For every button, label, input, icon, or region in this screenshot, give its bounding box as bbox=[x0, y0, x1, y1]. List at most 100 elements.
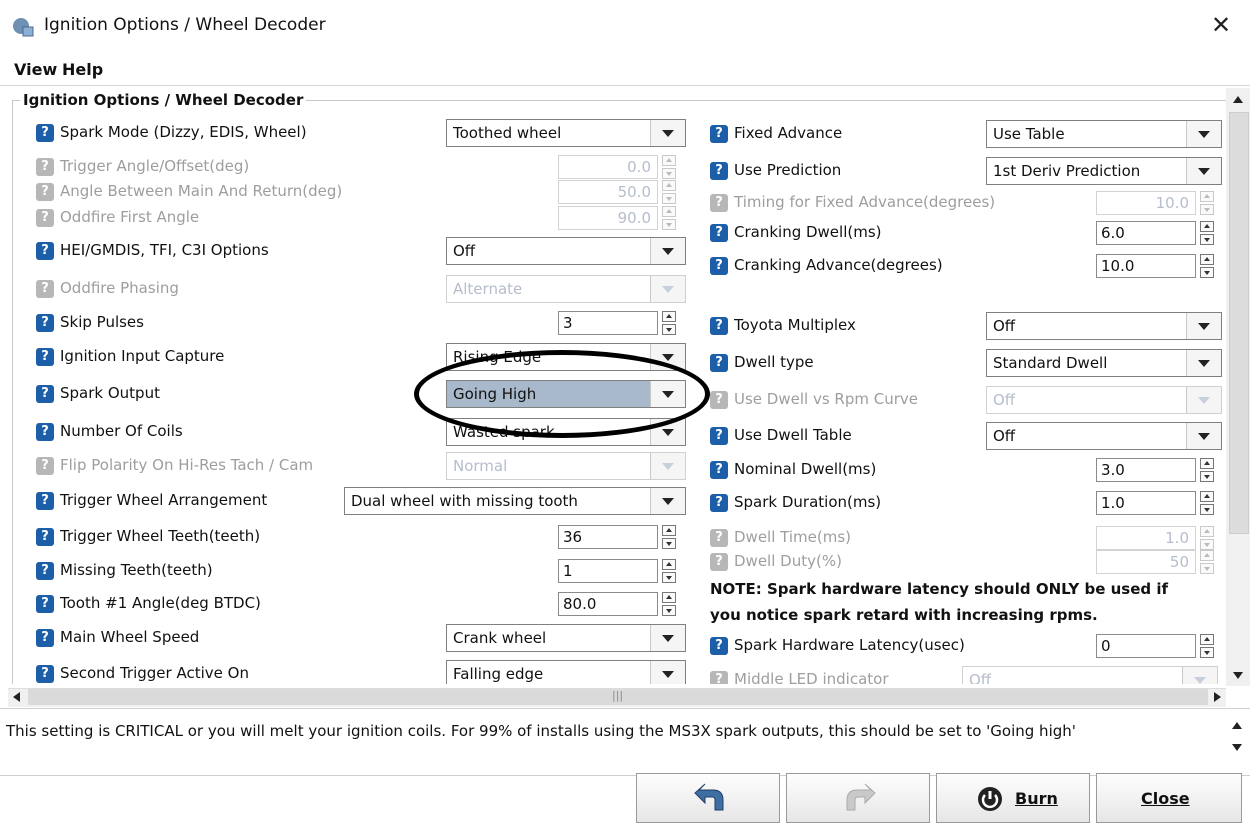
help-scroll-up-icon[interactable] bbox=[1230, 718, 1244, 732]
input-cranking-dwell-ms[interactable]: 6.0 bbox=[1096, 221, 1196, 245]
input-tooth-1-angle-deg-btdc[interactable]: 80.0 bbox=[558, 592, 658, 616]
combo-second-trigger-active-on[interactable]: Falling edge bbox=[446, 660, 686, 684]
combo-trigger-wheel-arrangement[interactable]: Dual wheel with missing tooth bbox=[344, 487, 686, 515]
help-icon[interactable]: ? bbox=[710, 427, 728, 445]
help-icon[interactable]: ? bbox=[36, 124, 54, 142]
input-nominal-dwell-ms[interactable]: 3.0 bbox=[1096, 458, 1196, 482]
stepper-trigger-wheel-teeth-teeth[interactable] bbox=[662, 525, 676, 549]
stepper-spark-hardware-latency-usec[interactable] bbox=[1200, 634, 1214, 658]
help-icon[interactable]: ? bbox=[710, 125, 728, 143]
chevron-down-icon[interactable] bbox=[650, 661, 685, 684]
help-icon[interactable]: ? bbox=[710, 637, 728, 655]
stepper-timing-for-fixed-advance-degrees bbox=[1200, 191, 1214, 215]
vertical-scroll-thumb[interactable] bbox=[1229, 112, 1249, 534]
stepper-up-icon[interactable] bbox=[662, 592, 676, 603]
input-skip-pulses[interactable]: 3 bbox=[558, 311, 658, 335]
help-icon[interactable]: ? bbox=[710, 224, 728, 242]
stepper-down-icon[interactable] bbox=[662, 538, 676, 549]
help-icon[interactable]: ? bbox=[36, 314, 54, 332]
chevron-down-icon[interactable] bbox=[1186, 423, 1221, 449]
redo-button[interactable] bbox=[786, 773, 930, 823]
input-cranking-advance-degrees[interactable]: 10.0 bbox=[1096, 254, 1196, 278]
help-icon[interactable]: ? bbox=[36, 562, 54, 580]
help-icon[interactable]: ? bbox=[36, 492, 54, 510]
input-spark-duration-ms[interactable]: 1.0 bbox=[1096, 491, 1196, 515]
stepper-up-icon[interactable] bbox=[1200, 221, 1214, 232]
stepper-down-icon[interactable] bbox=[662, 324, 676, 335]
help-icon[interactable]: ? bbox=[710, 162, 728, 180]
help-icon[interactable]: ? bbox=[36, 242, 54, 260]
combo-dwell-type[interactable]: Standard Dwell bbox=[986, 349, 1222, 377]
stepper-up-icon[interactable] bbox=[1200, 491, 1214, 502]
stepper-down-icon[interactable] bbox=[1200, 647, 1214, 658]
stepper-spark-duration-ms[interactable] bbox=[1200, 491, 1214, 515]
scroll-down-icon[interactable] bbox=[1231, 668, 1245, 682]
stepper-up-icon[interactable] bbox=[662, 525, 676, 536]
chevron-down-icon[interactable] bbox=[650, 120, 685, 146]
stepper-up-icon[interactable] bbox=[1200, 458, 1214, 469]
combo-hei-gmdis-tfi-c3i-options[interactable]: Off bbox=[446, 237, 686, 265]
undo-icon bbox=[693, 782, 727, 818]
stepper-down-icon[interactable] bbox=[1200, 471, 1214, 482]
stepper-dwell-time-ms bbox=[1200, 526, 1214, 550]
help-icon[interactable]: ? bbox=[36, 528, 54, 546]
stepper-down-icon[interactable] bbox=[1200, 234, 1214, 245]
chevron-down-icon[interactable] bbox=[1186, 121, 1221, 147]
scroll-right-icon[interactable] bbox=[1210, 690, 1224, 704]
stepper-missing-teeth-teeth[interactable] bbox=[662, 559, 676, 583]
help-icon[interactable]: ? bbox=[36, 629, 54, 647]
chevron-down-icon[interactable] bbox=[1186, 350, 1221, 376]
stepper-up-icon[interactable] bbox=[1200, 254, 1214, 265]
help-icon[interactable]: ? bbox=[36, 348, 54, 366]
chevron-down-icon[interactable] bbox=[650, 625, 685, 651]
undo-button[interactable] bbox=[636, 773, 780, 823]
input-trigger-wheel-teeth-teeth[interactable]: 36 bbox=[558, 525, 658, 549]
stepper-up-icon[interactable] bbox=[662, 311, 676, 322]
stepper-tooth-1-angle-deg-btdc[interactable] bbox=[662, 592, 676, 616]
close-button[interactable]: Close bbox=[1096, 773, 1242, 823]
stepper-up-icon[interactable] bbox=[1200, 634, 1214, 645]
menu-help[interactable]: Help bbox=[62, 60, 103, 79]
combo-toyota-multiplex[interactable]: Off bbox=[986, 312, 1222, 340]
help-icon[interactable]: ? bbox=[710, 461, 728, 479]
chevron-down-icon bbox=[1186, 387, 1221, 413]
input-missing-teeth-teeth[interactable]: 1 bbox=[558, 559, 658, 583]
stepper-down-icon[interactable] bbox=[662, 572, 676, 583]
chevron-down-icon[interactable] bbox=[1186, 158, 1221, 184]
chevron-down-icon[interactable] bbox=[1186, 313, 1221, 339]
chevron-down-icon[interactable] bbox=[650, 238, 685, 264]
combo-fixed-advance[interactable]: Use Table bbox=[986, 120, 1222, 148]
scroll-left-icon[interactable] bbox=[10, 690, 24, 704]
input-spark-hardware-latency-usec[interactable]: 0 bbox=[1096, 634, 1196, 658]
help-icon[interactable]: ? bbox=[36, 595, 54, 613]
stepper-cranking-dwell-ms[interactable] bbox=[1200, 221, 1214, 245]
redo-icon bbox=[843, 782, 877, 818]
help-icon[interactable]: ? bbox=[710, 354, 728, 372]
help-icon[interactable]: ? bbox=[36, 665, 54, 683]
combo-value: Crank wheel bbox=[453, 629, 547, 647]
combo-use-prediction[interactable]: 1st Deriv Prediction bbox=[986, 157, 1222, 185]
stepper-skip-pulses[interactable] bbox=[662, 311, 676, 335]
combo-use-dwell-table[interactable]: Off bbox=[986, 422, 1222, 450]
close-icon[interactable]: ✕ bbox=[1206, 10, 1236, 40]
help-icon[interactable]: ? bbox=[710, 257, 728, 275]
help-icon[interactable]: ? bbox=[36, 423, 54, 441]
help-icon[interactable]: ? bbox=[36, 385, 54, 403]
stepper-cranking-advance-degrees[interactable] bbox=[1200, 254, 1214, 278]
stepper-down-icon[interactable] bbox=[662, 605, 676, 616]
menu-view[interactable]: View bbox=[14, 60, 57, 79]
group-title: Ignition Options / Wheel Decoder bbox=[20, 91, 307, 109]
stepper-down-icon[interactable] bbox=[1200, 267, 1214, 278]
help-icon[interactable]: ? bbox=[710, 317, 728, 335]
combo-spark-mode-dizzy-edis-wheel[interactable]: Toothed wheel bbox=[446, 119, 686, 147]
stepper-nominal-dwell-ms[interactable] bbox=[1200, 458, 1214, 482]
setting-label: Spark Mode (Dizzy, EDIS, Wheel) bbox=[60, 123, 307, 141]
stepper-up-icon[interactable] bbox=[662, 559, 676, 570]
help-icon[interactable]: ? bbox=[710, 494, 728, 512]
help-scroll-down-icon[interactable] bbox=[1230, 740, 1244, 754]
combo-main-wheel-speed[interactable]: Crank wheel bbox=[446, 624, 686, 652]
chevron-down-icon[interactable] bbox=[650, 488, 685, 514]
scroll-up-icon[interactable] bbox=[1231, 92, 1245, 106]
stepper-down-icon[interactable] bbox=[1200, 504, 1214, 515]
burn-button[interactable]: Burn bbox=[936, 773, 1090, 823]
